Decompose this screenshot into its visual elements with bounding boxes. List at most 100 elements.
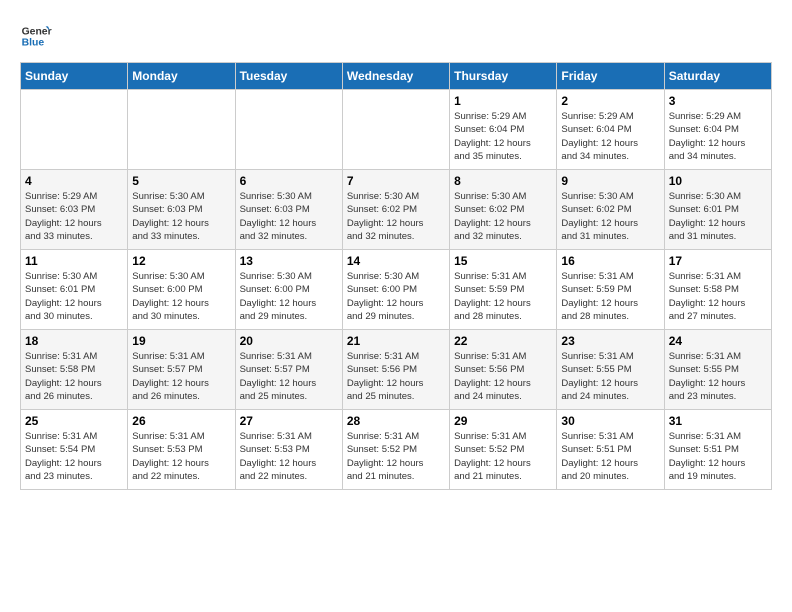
calendar-cell: 17 Sunrise: 5:31 AM Sunset: 5:58 PM Dayli… (664, 250, 771, 330)
day-number: 5 (132, 174, 230, 188)
day-info: Sunrise: 5:31 AM Sunset: 5:58 PM Dayligh… (25, 350, 123, 403)
day-number: 7 (347, 174, 445, 188)
calendar-cell: 5Sunrise: 5:30 AM Sunset: 6:03 PM Daylig… (128, 170, 235, 250)
calendar-cell: 14Sunrise: 5:30 AM Sunset: 6:00 PM Dayli… (342, 250, 449, 330)
day-info: Sunrise: 5:31 AM Sunset: 5:59 PM Dayligh… (561, 270, 659, 323)
day-number: 1 (454, 94, 552, 108)
calendar-table: SundayMondayTuesdayWednesdayThursdayFrid… (20, 62, 772, 490)
weekday-header-wednesday: Wednesday (342, 63, 449, 90)
day-info: Sunrise: 5:29 AM Sunset: 6:04 PM Dayligh… (669, 110, 767, 163)
day-info: Sunrise: 5:30 AM Sunset: 6:02 PM Dayligh… (454, 190, 552, 243)
weekday-header-row: SundayMondayTuesdayWednesdayThursdayFrid… (21, 63, 772, 90)
day-number: 12 (132, 254, 230, 268)
calendar-cell (21, 90, 128, 170)
day-number: 2 (561, 94, 659, 108)
logo-icon: General Blue (20, 20, 52, 52)
day-info: Sunrise: 5:30 AM Sunset: 6:03 PM Dayligh… (240, 190, 338, 243)
calendar-cell: 20 Sunrise: 5:31 AM Sunset: 5:57 PM Dayli… (235, 330, 342, 410)
day-info: Sunrise: 5:30 AM Sunset: 6:02 PM Dayligh… (561, 190, 659, 243)
calendar-cell: 16 Sunrise: 5:31 AM Sunset: 5:59 PM Dayli… (557, 250, 664, 330)
day-info: Sunrise: 5:31 AM Sunset: 5:58 PM Dayligh… (669, 270, 767, 323)
day-info: Sunrise: 5:31 AM Sunset: 5:57 PM Dayligh… (132, 350, 230, 403)
day-info: Sunrise: 5:30 AM Sunset: 6:00 PM Dayligh… (132, 270, 230, 323)
calendar-cell: 11 Sunrise: 5:30 AM Sunset: 6:01 PM Dayli… (21, 250, 128, 330)
day-info: Sunrise: 5:31 AM Sunset: 5:55 PM Dayligh… (669, 350, 767, 403)
day-info: Sunrise: 5:31 AM Sunset: 5:53 PM Dayligh… (132, 430, 230, 483)
day-number: 31 (669, 414, 767, 428)
day-number: 9 (561, 174, 659, 188)
calendar-cell (342, 90, 449, 170)
day-number: 8 (454, 174, 552, 188)
calendar-cell (235, 90, 342, 170)
day-number: 11 (25, 254, 123, 268)
day-number: 25 (25, 414, 123, 428)
day-info: Sunrise: 5:29 AM Sunset: 6:04 PM Dayligh… (561, 110, 659, 163)
calendar-cell: 21Sunrise: 5:31 AM Sunset: 5:56 PM Dayli… (342, 330, 449, 410)
day-info: Sunrise: 5:31 AM Sunset: 5:57 PM Dayligh… (240, 350, 338, 403)
day-number: 30 (561, 414, 659, 428)
calendar-cell: 7 Sunrise: 5:30 AM Sunset: 6:02 PM Daylig… (342, 170, 449, 250)
day-info: Sunrise: 5:31 AM Sunset: 5:55 PM Dayligh… (561, 350, 659, 403)
week-row-5: 25 Sunrise: 5:31 AM Sunset: 5:54 PM Dayli… (21, 410, 772, 490)
calendar-cell: 8 Sunrise: 5:30 AM Sunset: 6:02 PM Daylig… (450, 170, 557, 250)
day-info: Sunrise: 5:31 AM Sunset: 5:59 PM Dayligh… (454, 270, 552, 323)
calendar-cell: 27Sunrise: 5:31 AM Sunset: 5:53 PM Dayli… (235, 410, 342, 490)
day-number: 19 (132, 334, 230, 348)
day-number: 4 (25, 174, 123, 188)
day-number: 22 (454, 334, 552, 348)
calendar-cell: 1Sunrise: 5:29 AM Sunset: 6:04 PM Daylig… (450, 90, 557, 170)
day-info: Sunrise: 5:31 AM Sunset: 5:56 PM Dayligh… (454, 350, 552, 403)
calendar-cell: 18Sunrise: 5:31 AM Sunset: 5:58 PM Dayli… (21, 330, 128, 410)
day-info: Sunrise: 5:29 AM Sunset: 6:03 PM Dayligh… (25, 190, 123, 243)
day-number: 6 (240, 174, 338, 188)
calendar-cell: 12 Sunrise: 5:30 AM Sunset: 6:00 PM Dayli… (128, 250, 235, 330)
day-number: 24 (669, 334, 767, 348)
calendar-cell (128, 90, 235, 170)
day-info: Sunrise: 5:30 AM Sunset: 6:01 PM Dayligh… (669, 190, 767, 243)
day-number: 29 (454, 414, 552, 428)
day-number: 10 (669, 174, 767, 188)
week-row-4: 18Sunrise: 5:31 AM Sunset: 5:58 PM Dayli… (21, 330, 772, 410)
day-number: 20 (240, 334, 338, 348)
calendar-cell: 31 Sunrise: 5:31 AM Sunset: 5:51 PM Dayli… (664, 410, 771, 490)
calendar-cell: 25 Sunrise: 5:31 AM Sunset: 5:54 PM Dayli… (21, 410, 128, 490)
calendar-cell: 3Sunrise: 5:29 AM Sunset: 6:04 PM Daylig… (664, 90, 771, 170)
weekday-header-sunday: Sunday (21, 63, 128, 90)
calendar-cell: 23 Sunrise: 5:31 AM Sunset: 5:55 PM Dayli… (557, 330, 664, 410)
calendar-cell: 28Sunrise: 5:31 AM Sunset: 5:52 PM Dayli… (342, 410, 449, 490)
calendar-cell: 2 Sunrise: 5:29 AM Sunset: 6:04 PM Daylig… (557, 90, 664, 170)
day-info: Sunrise: 5:31 AM Sunset: 5:52 PM Dayligh… (454, 430, 552, 483)
calendar-cell: 9 Sunrise: 5:30 AM Sunset: 6:02 PM Daylig… (557, 170, 664, 250)
day-number: 17 (669, 254, 767, 268)
day-info: Sunrise: 5:31 AM Sunset: 5:54 PM Dayligh… (25, 430, 123, 483)
svg-text:Blue: Blue (22, 38, 45, 49)
day-info: Sunrise: 5:30 AM Sunset: 6:02 PM Dayligh… (347, 190, 445, 243)
day-number: 23 (561, 334, 659, 348)
weekday-header-saturday: Saturday (664, 63, 771, 90)
day-number: 13 (240, 254, 338, 268)
calendar-cell: 22 Sunrise: 5:31 AM Sunset: 5:56 PM Dayli… (450, 330, 557, 410)
logo: General Blue (20, 20, 52, 52)
calendar-cell: 30Sunrise: 5:31 AM Sunset: 5:51 PM Dayli… (557, 410, 664, 490)
day-number: 15 (454, 254, 552, 268)
day-number: 26 (132, 414, 230, 428)
day-number: 27 (240, 414, 338, 428)
day-info: Sunrise: 5:30 AM Sunset: 6:01 PM Dayligh… (25, 270, 123, 323)
day-info: Sunrise: 5:31 AM Sunset: 5:52 PM Dayligh… (347, 430, 445, 483)
day-info: Sunrise: 5:30 AM Sunset: 6:00 PM Dayligh… (240, 270, 338, 323)
calendar-cell: 29 Sunrise: 5:31 AM Sunset: 5:52 PM Dayli… (450, 410, 557, 490)
week-row-2: 4 Sunrise: 5:29 AM Sunset: 6:03 PM Daylig… (21, 170, 772, 250)
calendar-cell: 4 Sunrise: 5:29 AM Sunset: 6:03 PM Daylig… (21, 170, 128, 250)
calendar-cell: 24 Sunrise: 5:31 AM Sunset: 5:55 PM Dayli… (664, 330, 771, 410)
header: General Blue (20, 20, 772, 52)
weekday-header-tuesday: Tuesday (235, 63, 342, 90)
day-info: Sunrise: 5:30 AM Sunset: 6:00 PM Dayligh… (347, 270, 445, 323)
day-info: Sunrise: 5:31 AM Sunset: 5:51 PM Dayligh… (669, 430, 767, 483)
calendar-cell: 10 Sunrise: 5:30 AM Sunset: 6:01 PM Dayli… (664, 170, 771, 250)
week-row-1: 1 Sunrise: 5:29 AM Sunset: 6:04 PM Daylig… (21, 90, 772, 170)
calendar-cell: 26 Sunrise: 5:31 AM Sunset: 5:53 PM Dayli… (128, 410, 235, 490)
weekday-header-monday: Monday (128, 63, 235, 90)
week-row-3: 11 Sunrise: 5:30 AM Sunset: 6:01 PM Dayli… (21, 250, 772, 330)
day-number: 16 (561, 254, 659, 268)
weekday-header-thursday: Thursday (450, 63, 557, 90)
